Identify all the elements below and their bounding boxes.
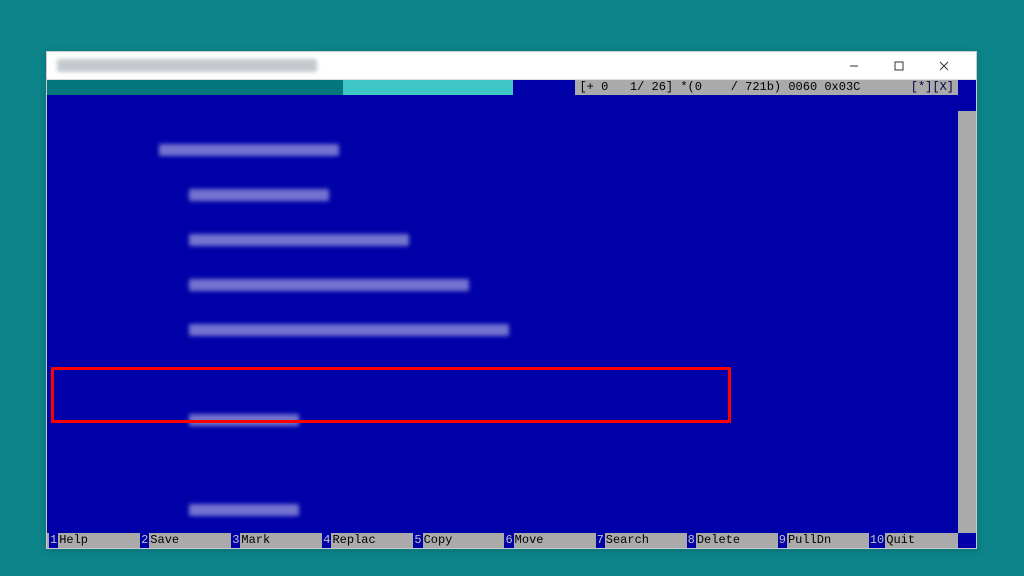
fn-replace[interactable]: 4Replac	[320, 533, 411, 548]
titlebar-controls	[831, 52, 966, 80]
terminal-window: [+ 0 1/ 26] *(0 / 721b) 0060 0x03C [*][X…	[46, 51, 977, 549]
titlebar[interactable]	[47, 52, 976, 80]
fn-save[interactable]: 2Save	[138, 533, 229, 548]
fn-pulldown[interactable]: 9PullDn	[776, 533, 867, 548]
statusbar-redacted-dark	[47, 80, 343, 95]
minimize-icon	[849, 61, 859, 71]
statusbar-bytes: *(0 / 721b)	[680, 80, 781, 95]
function-key-bar: 1Help 2Save 3Mark 4Replac 5Copy 6Move 7S…	[47, 533, 958, 548]
titlebar-title	[57, 59, 831, 72]
desktop-background: [+ 0 1/ 26] *(0 / 721b) 0060 0x03C [*][X…	[0, 0, 1024, 576]
fn-copy[interactable]: 5Copy	[411, 533, 502, 548]
scrollbar-track[interactable]	[958, 95, 976, 533]
minimize-button[interactable]	[831, 52, 876, 80]
statusbar-redacted-light	[343, 80, 513, 95]
editor-content[interactable]: <------><------> SSLCertificateFile /etc…	[47, 95, 958, 533]
editor-statusbar: [+ 0 1/ 26] *(0 / 721b) 0060 0x03C [*][X…	[47, 80, 958, 95]
maximize-button[interactable]	[876, 52, 921, 80]
statusbar-flags: [*][X]	[911, 80, 954, 95]
maximize-icon	[894, 61, 904, 71]
editor[interactable]: [+ 0 1/ 26] *(0 / 721b) 0060 0x03C [*][X…	[47, 80, 976, 548]
statusbar-position: [+ 0 1/ 26]	[579, 80, 673, 95]
fn-help[interactable]: 1Help	[47, 533, 138, 548]
close-button[interactable]	[921, 52, 966, 80]
vertical-scrollbar[interactable]	[958, 95, 976, 533]
fn-quit[interactable]: 10Quit	[867, 533, 958, 548]
titlebar-title-redacted	[57, 59, 317, 72]
statusbar-code: 0060 0x03C	[788, 80, 860, 95]
fn-move[interactable]: 6Move	[502, 533, 593, 548]
close-icon	[939, 61, 949, 71]
fn-search[interactable]: 7Search	[594, 533, 685, 548]
fn-delete[interactable]: 8Delete	[685, 533, 776, 548]
fn-mark[interactable]: 3Mark	[229, 533, 320, 548]
statusbar-info: [+ 0 1/ 26] *(0 / 721b) 0060 0x03C [*][X…	[575, 80, 958, 95]
scrollbar-indicator[interactable]	[958, 95, 976, 111]
